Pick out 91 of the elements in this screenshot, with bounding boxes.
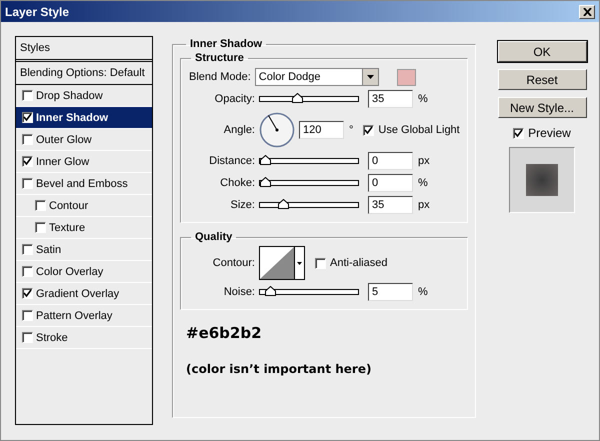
- checkbox[interactable]: [22, 112, 33, 123]
- slider-track[interactable]: [259, 96, 359, 102]
- item-label: Stroke: [36, 332, 68, 344]
- slider-track[interactable]: [259, 289, 359, 295]
- item-label: Inner Glow: [36, 156, 90, 168]
- unit-label: %: [418, 93, 428, 105]
- slider-thumb[interactable]: [292, 93, 304, 103]
- list-item[interactable]: Gradient Overlay: [16, 283, 152, 305]
- unit-label: px: [418, 199, 430, 211]
- checkbox[interactable]: [22, 288, 33, 299]
- preview-swatch: [509, 147, 575, 213]
- list-item[interactable]: Outer Glow: [16, 129, 152, 151]
- item-label: Inner Shadow: [36, 112, 108, 124]
- checkbox[interactable]: [22, 244, 33, 255]
- input-field[interactable]: 35: [368, 90, 413, 108]
- checkbox[interactable]: [22, 178, 33, 189]
- input-field[interactable]: 35: [368, 196, 413, 214]
- checkbox[interactable]: [22, 90, 33, 101]
- field-label: Noise:: [222, 286, 256, 298]
- slider-track[interactable]: [259, 180, 359, 186]
- item-label: Gradient Overlay: [36, 288, 120, 300]
- item-label: Texture: [49, 222, 86, 234]
- checkbox[interactable]: [22, 310, 33, 321]
- input-field[interactable]: 5: [368, 283, 413, 301]
- list-item[interactable]: Satin: [16, 239, 152, 261]
- checkbox[interactable]: [22, 332, 33, 343]
- field-label: Size:: [230, 199, 256, 211]
- unit-label: px: [418, 155, 430, 167]
- checkbox[interactable]: [22, 156, 33, 167]
- checkbox[interactable]: [363, 124, 374, 136]
- field-label: Angle:: [222, 124, 256, 136]
- dialog-button[interactable]: Reset: [498, 69, 586, 90]
- slider-thumb[interactable]: [260, 155, 271, 165]
- checkbox[interactable]: [315, 258, 326, 268]
- note-heading: #e6b2b2: [186, 324, 263, 342]
- field-label: Distance:: [208, 155, 256, 167]
- field-label: Contour:: [212, 257, 256, 269]
- field-label: Opacity:: [214, 93, 256, 105]
- caret-icon: [297, 262, 302, 264]
- slider-thumb[interactable]: [278, 199, 290, 209]
- dialog-button[interactable]: OK: [498, 41, 586, 62]
- list-item[interactable]: Blending Options: Default: [16, 62, 152, 85]
- checkbox[interactable]: [513, 128, 524, 138]
- checkbox-label: Anti-aliased: [330, 257, 388, 269]
- checkbox-label: Preview: [528, 126, 571, 140]
- item-label: Drop Shadow: [36, 90, 103, 102]
- contour-picker[interactable]: [259, 246, 305, 280]
- blend-mode-dropdown[interactable]: Color Dodge: [254, 68, 379, 86]
- checkbox-label: Use Global Light: [378, 124, 460, 136]
- item-label: Contour: [49, 200, 88, 212]
- input-field[interactable]: 0: [368, 152, 413, 170]
- group-title: Inner Shadow: [189, 38, 264, 50]
- checkbox[interactable]: [22, 134, 33, 145]
- list-item[interactable]: Color Overlay: [16, 261, 152, 283]
- list-item[interactable]: Inner Glow: [16, 151, 152, 173]
- close-icon: [582, 8, 592, 16]
- item-label: Color Overlay: [36, 266, 104, 278]
- dialog-button[interactable]: New Style...: [498, 97, 586, 118]
- item-label: Pattern Overlay: [36, 310, 112, 322]
- list-item[interactable]: Stroke: [16, 327, 152, 349]
- slider-thumb[interactable]: [260, 177, 271, 187]
- unit-label: °: [349, 124, 354, 136]
- slider-track[interactable]: [259, 158, 359, 164]
- list-header[interactable]: Styles: [16, 37, 152, 62]
- group-title: Quality: [194, 231, 234, 243]
- note-text: (color isn’t important here): [186, 362, 372, 376]
- close-button[interactable]: [579, 4, 595, 18]
- item-label: Satin: [36, 244, 62, 256]
- slider-track[interactable]: [259, 202, 359, 208]
- field-label: Choke:: [219, 177, 256, 189]
- list-item[interactable]: Pattern Overlay: [16, 305, 152, 327]
- input-field[interactable]: 120: [299, 121, 344, 139]
- field-label: Blend Mode:: [188, 71, 252, 83]
- unit-label: %: [418, 177, 428, 189]
- checkbox[interactable]: [22, 266, 33, 277]
- checkbox[interactable]: [35, 200, 46, 211]
- list-item[interactable]: Texture: [16, 217, 152, 239]
- checkbox[interactable]: [35, 222, 46, 233]
- unit-label: %: [418, 286, 428, 298]
- input-field[interactable]: 0: [368, 174, 413, 192]
- list-item[interactable]: Inner Shadow: [16, 107, 152, 129]
- window-title: Layer Style: [5, 4, 70, 18]
- color-swatch[interactable]: [396, 68, 416, 86]
- angle-dial[interactable]: [259, 112, 295, 148]
- list-item[interactable]: Bevel and Emboss: [16, 173, 152, 195]
- group-title: Structure: [194, 52, 245, 64]
- item-label: Bevel and Emboss: [36, 178, 128, 190]
- slider-thumb[interactable]: [264, 286, 276, 296]
- list-item[interactable]: Contour: [16, 195, 152, 217]
- caret-icon: [366, 75, 374, 79]
- item-label: Outer Glow: [36, 134, 92, 146]
